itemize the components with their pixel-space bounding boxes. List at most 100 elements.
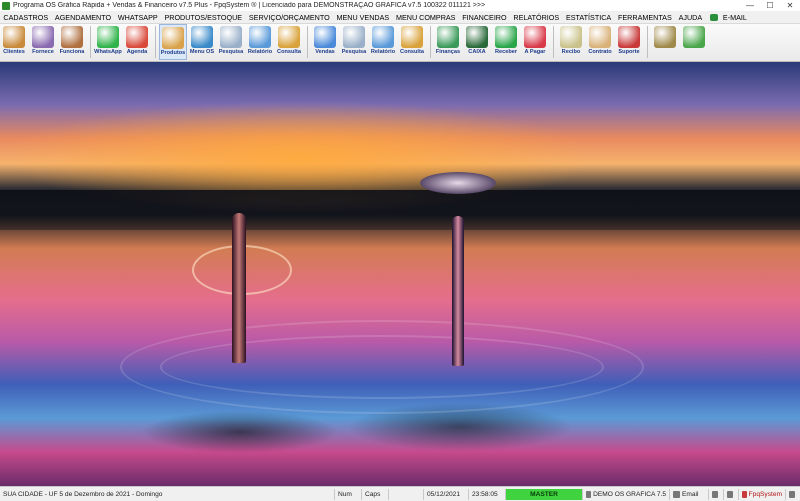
floating-drop (420, 172, 496, 194)
clients-icon (3, 26, 25, 48)
report-icon (372, 26, 394, 48)
menu-compras[interactable]: MENU COMPRAS (393, 13, 459, 22)
menu-relatorios[interactable]: RELATÓRIOS (510, 13, 563, 22)
products-icon (162, 27, 184, 49)
menu-ajuda[interactable]: AJUDA (675, 13, 705, 22)
email-icon (709, 13, 718, 21)
menu-estatistica[interactable]: ESTATÍSTICA (563, 13, 615, 22)
brand-icon (742, 490, 747, 498)
toolbar-button-vendas[interactable]: Vendas (311, 24, 339, 60)
toolbar-button-label: Relatório (370, 49, 396, 55)
status-email[interactable]: Email (669, 488, 708, 500)
search-document-icon (343, 26, 365, 48)
minimize-button[interactable]: — (740, 0, 760, 11)
folder-icon (401, 26, 423, 48)
toolbar-button-label: Clientes (3, 49, 25, 55)
status-brand-label: FpqSystem (748, 490, 782, 498)
support-icon (618, 26, 640, 48)
menu-servico-orcamento[interactable]: SERVIÇO/ORÇAMENTO (245, 13, 333, 22)
toolbar: Clientes Fornece Funciona WhatsApp Agenda Pro… (0, 24, 800, 62)
toolbar-button-receber[interactable]: Receber (492, 24, 520, 60)
toolbar-button-label: Pesquisa (218, 49, 244, 55)
toolbar-button-menu-os[interactable]: Menu OS (188, 24, 216, 60)
receipt-icon (560, 26, 582, 48)
status-extra[interactable] (785, 488, 800, 500)
toolbar-separator (155, 26, 156, 58)
status-company: DEMO OS GRAFICA 7.5 (582, 488, 669, 500)
status-date: 05/12/2021 (423, 488, 468, 500)
toolbar-button-label: Funciona (59, 49, 85, 55)
toolbar-button-consulta[interactable]: Consulta (398, 24, 426, 60)
desktop-wallpaper (0, 62, 800, 486)
menu-produtos-estoque[interactable]: PRODUTOS/ESTOQUE (161, 13, 245, 22)
toolbar-button-a-pagar[interactable]: A Pagar (521, 24, 549, 60)
calculator-icon (727, 490, 733, 498)
sales-icon (314, 26, 336, 48)
supplier-icon (32, 26, 54, 48)
settings-icon (654, 26, 676, 48)
folder-icon (278, 26, 300, 48)
toolbar-button-label: Fornece (32, 49, 54, 55)
toolbar-button-produtos[interactable]: Produtos (159, 24, 187, 60)
status-email-label: Email (682, 490, 699, 498)
toolbar-button-fornece[interactable]: Fornece (29, 24, 57, 60)
status-time: 23:58:05 (468, 488, 505, 500)
menu-financeiro[interactable]: FINANCEIRO (459, 13, 510, 22)
maximize-button[interactable]: ☐ (760, 0, 780, 11)
toolbar-button-settings-icon[interactable] (651, 24, 679, 60)
menu-email[interactable]: E-MAIL (720, 13, 751, 22)
toolbar-button-label: Pesquisa (341, 49, 367, 55)
water-drop-left (232, 213, 246, 363)
menu-ferramentas[interactable]: FERRAMENTAS (615, 13, 676, 22)
employees-icon (61, 26, 83, 48)
toolbar-button-label: WhatsApp (94, 49, 122, 55)
toolbar-separator (553, 26, 554, 58)
toolbar-button-contrato[interactable]: Contrato (586, 24, 614, 60)
status-calc[interactable] (723, 488, 738, 500)
toolbar-button-label: CAIXA (468, 49, 486, 55)
toolbar-button-label: Finanças (435, 49, 461, 55)
toolbar-button-label: A Pagar (524, 49, 546, 55)
status-bar: SUA CIDADE - UF 5 de Dezembro de 2021 - … (0, 486, 800, 501)
toolbar-separator (430, 26, 431, 58)
menu-agendamento[interactable]: AGENDAMENTO (52, 13, 115, 22)
toolbar-button-recibo[interactable]: Recibo (557, 24, 585, 60)
toolbar-separator (90, 26, 91, 58)
email-icon (673, 490, 680, 498)
toolbar-button-funciona[interactable]: Funciona (58, 24, 86, 60)
menu-whatsapp[interactable]: WHATSAPP (114, 13, 161, 22)
status-brand[interactable]: FpqSystem (738, 488, 785, 500)
toolbar-button-pesquisa[interactable]: Pesquisa (217, 24, 245, 60)
toolbar-button-agenda[interactable]: Agenda (123, 24, 151, 60)
menu-bar: CADASTROS AGENDAMENTO WHATSAPP PRODUTOS/… (0, 11, 800, 24)
toolbar-button-caixa[interactable]: CAIXA (463, 24, 491, 60)
contract-icon (589, 26, 611, 48)
toolbar-button-suporte[interactable]: Suporte (615, 24, 643, 60)
toolbar-button-consulta[interactable]: Consulta (275, 24, 303, 60)
status-empty (388, 488, 423, 500)
menu-cadastros[interactable]: CADASTROS (0, 13, 52, 22)
toolbar-button-relat-rio[interactable]: Relatório (246, 24, 274, 60)
toolbar-button-exit-icon[interactable] (680, 24, 708, 60)
status-location: SUA CIDADE - UF 5 de Dezembro de 2021 - … (3, 490, 163, 498)
status-print[interactable] (708, 488, 723, 500)
search-document-icon (220, 26, 242, 48)
status-company-label: DEMO OS GRAFICA 7.5 (593, 490, 666, 498)
toolbar-button-label: Relatório (247, 49, 273, 55)
toolbar-button-whatsapp[interactable]: WhatsApp (94, 24, 122, 60)
status-user: MASTER (505, 488, 582, 500)
toolbar-button-label: Contrato (588, 49, 612, 55)
menu-vendas[interactable]: MENU VENDAS (333, 13, 393, 22)
exit-icon (683, 26, 705, 48)
toolbar-button-finan-as[interactable]: Finanças (434, 24, 462, 60)
toolbar-button-label: Recibo (561, 49, 581, 55)
toolbar-button-relat-rio[interactable]: Relatório (369, 24, 397, 60)
toolbar-button-label: Consulta (400, 49, 424, 55)
whatsapp-icon (97, 26, 119, 48)
toolbar-button-pesquisa[interactable]: Pesquisa (340, 24, 368, 60)
close-button[interactable]: ✕ (780, 0, 800, 11)
status-caps: Caps (361, 488, 388, 500)
toolbar-button-label: Suporte (618, 49, 640, 55)
toolbar-button-clientes[interactable]: Clientes (0, 24, 28, 60)
status-num: Num (334, 488, 361, 500)
